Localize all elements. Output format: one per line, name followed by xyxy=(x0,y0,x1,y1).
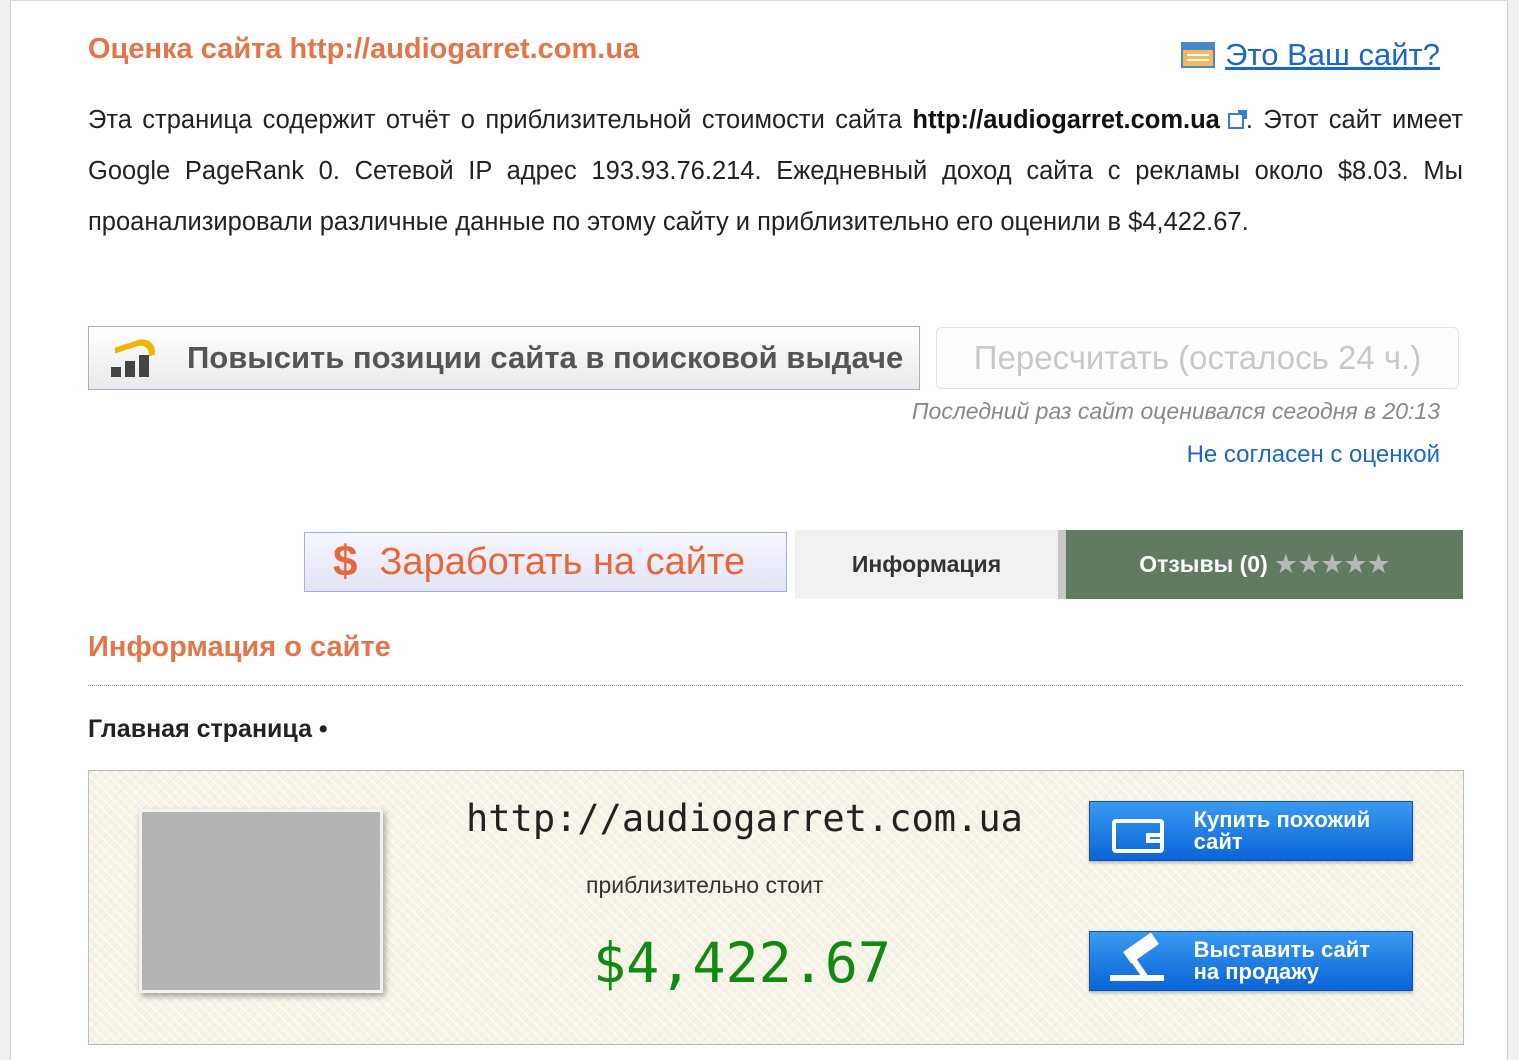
description-site: http://audiogarret.com.ua xyxy=(912,106,1220,134)
valuation-card: http://audiogarret.com.ua приблизительно… xyxy=(88,770,1464,1045)
section-divider xyxy=(88,685,1463,686)
sell-site-label: Выставить сайт на продажу xyxy=(1193,937,1370,984)
rating-stars: ★★★★★ xyxy=(1273,549,1391,579)
disagree-link[interactable]: Не согласен с оценкой xyxy=(1187,441,1440,469)
owner-site-link-label: Это Ваш сайт? xyxy=(1225,37,1440,72)
home-page-label: Главная страница • xyxy=(88,715,328,743)
wallet-icon xyxy=(1108,809,1168,853)
buy-similar-site-label: Купить похожий сайт xyxy=(1193,807,1371,854)
site-description: Эта страница содержит отчёт о приблизите… xyxy=(88,95,1463,248)
browser-window-icon xyxy=(1181,42,1216,68)
recalculate-button[interactable]: Пересчитать (осталось 24 ч.) xyxy=(936,327,1459,389)
earn-button-label: Заработать на сайте xyxy=(379,540,746,583)
section-title: Информация о сайте xyxy=(88,631,391,663)
chart-growth-icon xyxy=(107,334,163,381)
promote-button-label: Повысить позиции сайта в поисковой выдач… xyxy=(187,340,904,375)
sell-site-button[interactable]: Выставить сайт на продажу xyxy=(1089,931,1413,991)
dollar-icon: $ xyxy=(333,537,358,586)
site-thumbnail xyxy=(139,809,383,993)
page-title: Оценка сайта http://audiogarret.com.ua xyxy=(88,33,640,65)
tab-information[interactable]: Информация xyxy=(795,530,1066,599)
owner-site-link[interactable]: Это Ваш сайт? xyxy=(1181,37,1440,73)
valuation-url: http://audiogarret.com.ua xyxy=(466,797,1023,840)
description-part1: Эта страница содержит отчёт о приблизите… xyxy=(88,106,913,134)
last-evaluated-text: Последний раз сайт оценивался сегодня в … xyxy=(911,398,1440,424)
external-link-icon[interactable] xyxy=(1227,110,1247,130)
valuation-price: $4,422.67 xyxy=(593,931,892,995)
approx-cost-label: приблизительно стоит xyxy=(586,872,824,898)
tab-reviews[interactable]: Отзывы (0) ★★★★★ xyxy=(1066,530,1463,599)
buy-similar-site-button[interactable]: Купить похожий сайт xyxy=(1089,801,1413,861)
promote-button[interactable]: Повысить позиции сайта в поисковой выдач… xyxy=(88,326,920,390)
earn-button[interactable]: $ Заработать на сайте xyxy=(304,532,787,592)
tab-reviews-label: Отзывы (0) xyxy=(1139,551,1268,577)
gavel-icon xyxy=(1108,932,1168,983)
page: Оценка сайта http://audiogarret.com.ua Э… xyxy=(10,0,1508,1060)
